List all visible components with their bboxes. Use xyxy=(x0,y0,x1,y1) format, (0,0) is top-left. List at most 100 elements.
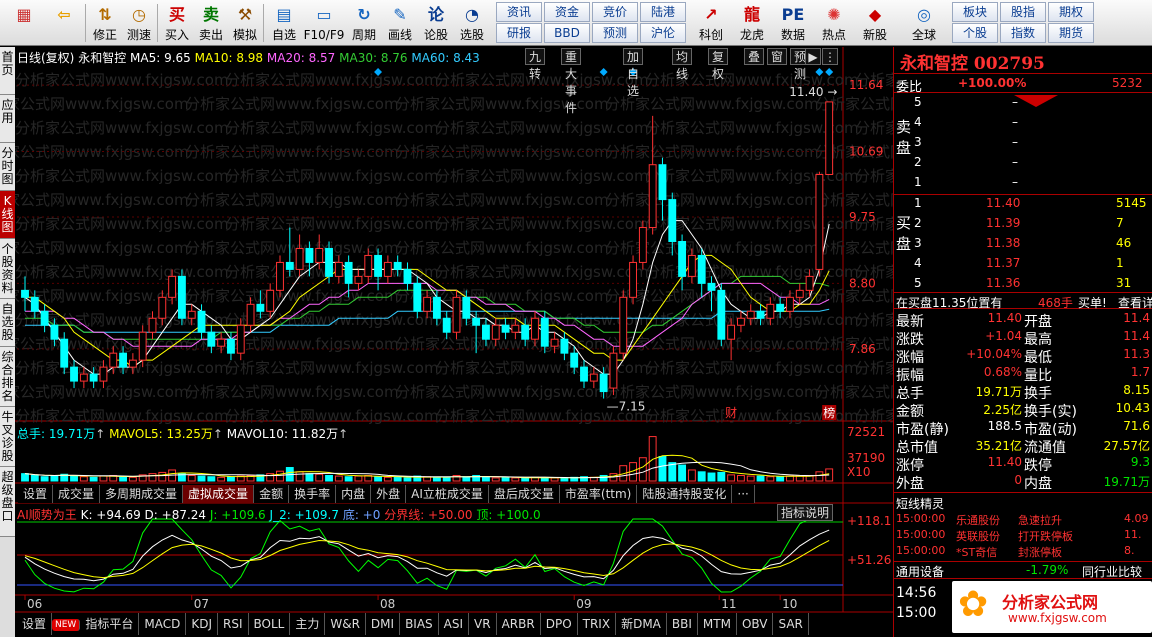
indicator-tab[interactable]: 虚拟成交量 xyxy=(183,485,255,503)
candle[interactable] xyxy=(452,290,461,340)
left-tab[interactable]: 牛叉诊股 xyxy=(0,407,15,467)
indicator-tab[interactable]: AI立桩成交量 xyxy=(406,485,489,503)
toolbar-pen-button[interactable]: ✎ 画线 xyxy=(382,1,418,45)
toolbar-hot-button[interactable]: ✺ 热点 xyxy=(815,1,853,45)
candle[interactable] xyxy=(815,171,824,277)
chart-button[interactable]: 叠 xyxy=(744,48,765,65)
bottom-tab[interactable]: DPO xyxy=(541,613,578,635)
indicator-tab[interactable]: 外盘 xyxy=(371,485,407,503)
indicator-tab[interactable]: ··· xyxy=(732,485,755,503)
small-button[interactable]: BBD xyxy=(544,23,590,43)
market-button[interactable]: 个股 xyxy=(952,23,998,43)
indicator-tab[interactable]: 成交量 xyxy=(53,485,101,503)
candle[interactable] xyxy=(638,220,647,270)
toolbar-menu-grid-button[interactable]: ▦ xyxy=(4,1,44,45)
small-button[interactable]: 陆港 xyxy=(640,2,686,22)
toolbar-back-arrow-button[interactable]: ⇦ xyxy=(44,1,84,45)
chart-button[interactable]: 加自选 xyxy=(623,48,644,98)
indicator-tab[interactable]: 盘后成交量 xyxy=(489,485,560,503)
indicator-tab[interactable]: 陆股通持股变化 xyxy=(637,485,733,503)
toolbar-clock-button[interactable]: ◷ 测速 xyxy=(122,1,156,45)
toolbar-dragon-button[interactable]: 龍龙虎 xyxy=(733,1,771,45)
market-button[interactable]: 期权 xyxy=(1048,2,1094,22)
bottom-tab[interactable]: BOLL xyxy=(249,613,291,635)
order-notice[interactable]: 在买盘11.35位置有 468手 买单! 查看详 xyxy=(894,292,1152,310)
candle[interactable] xyxy=(678,234,687,291)
left-tab[interactable]: 首页 xyxy=(0,47,15,95)
candle[interactable] xyxy=(619,290,628,361)
more-icon[interactable]: ⋮ xyxy=(822,48,838,65)
bottom-tab[interactable]: VR xyxy=(469,613,497,635)
small-button[interactable]: 资讯 xyxy=(496,2,542,22)
left-tab[interactable]: 自选股 xyxy=(0,299,15,347)
chart-button[interactable]: 九转 xyxy=(525,48,546,81)
market-button[interactable]: 股指 xyxy=(1000,2,1046,22)
chart-button[interactable]: 均线 xyxy=(672,48,693,81)
indicator-tab[interactable]: 设置 xyxy=(18,485,54,503)
candle[interactable] xyxy=(825,101,834,175)
market-button[interactable]: 期货 xyxy=(1048,23,1094,43)
toolbar-profit-button[interactable]: ↗ 科创 xyxy=(692,1,730,45)
toolbar-buy-tag-button[interactable]: 买买入 xyxy=(160,1,194,45)
indicator-tab[interactable]: 金额 xyxy=(254,485,290,503)
small-button[interactable]: 沪伦 xyxy=(640,23,686,43)
chevron-down-icon[interactable] xyxy=(1014,95,1058,107)
bottom-tab[interactable]: KDJ xyxy=(186,613,218,635)
chart-button[interactable]: 重大事件 xyxy=(561,48,582,115)
bottom-tab[interactable]: 主力 xyxy=(290,613,326,635)
bottom-tab[interactable]: ASI xyxy=(439,613,470,635)
billboard-marker[interactable]: 榜 xyxy=(822,405,837,420)
candle[interactable] xyxy=(21,276,29,312)
left-tab[interactable]: K线图 xyxy=(0,191,15,239)
left-tab[interactable]: 分时图 xyxy=(0,143,15,191)
bottom-tab[interactable]: 设置 xyxy=(17,613,53,635)
bottom-tab[interactable]: 新DMA xyxy=(616,613,667,635)
bottom-tab[interactable]: NEW xyxy=(52,618,81,631)
step-right-icon[interactable]: ▶ xyxy=(805,48,821,65)
candle[interactable] xyxy=(177,269,186,326)
candle[interactable] xyxy=(717,283,726,347)
toolbar-new-button[interactable]: ◆ 新股 xyxy=(856,1,894,45)
bottom-tab[interactable]: TRIX xyxy=(578,613,617,635)
chart-button[interactable]: 窗 xyxy=(767,48,788,65)
chart-button[interactable]: 复权 xyxy=(708,48,729,81)
toolbar-pe-button[interactable]: PE 数据 xyxy=(774,1,812,45)
bottom-tab[interactable]: DMI xyxy=(366,613,401,635)
bottom-tab[interactable]: MTM xyxy=(698,613,737,635)
bottom-tab[interactable]: RSI xyxy=(218,613,249,635)
candle[interactable] xyxy=(609,346,618,396)
market-button[interactable]: 指数 xyxy=(1000,23,1046,43)
indicator-tab[interactable]: 市盈率(ttm) xyxy=(560,485,638,503)
toolbar-revise-arrows-button[interactable]: ⇅ 修正 xyxy=(88,1,122,45)
toolbar-hammer-button[interactable]: ⚒ 模拟 xyxy=(228,1,262,45)
toolbar-sell-tag-button[interactable]: 卖卖出 xyxy=(194,1,228,45)
kline-chart-area[interactable]: 分析家公式网www.fxjgsw.com 分析家公式网www.fxjgsw.com… xyxy=(15,47,893,637)
left-tab[interactable]: 应用 xyxy=(0,95,15,143)
indicator-tab[interactable]: 换手率 xyxy=(289,485,337,503)
indicator-tab[interactable]: 内盘 xyxy=(336,485,372,503)
small-button[interactable]: 资金 xyxy=(544,2,590,22)
indicator-tab[interactable]: 多周期成交量 xyxy=(100,485,184,503)
small-button[interactable]: 竞价 xyxy=(592,2,638,22)
left-tab[interactable]: 综合排名 xyxy=(0,347,15,407)
candle[interactable] xyxy=(658,157,667,221)
bottom-tab[interactable]: BBI xyxy=(667,613,698,635)
bottom-tab[interactable]: ARBR xyxy=(497,613,541,635)
bottom-tab[interactable]: OBV xyxy=(737,613,774,635)
finance-marker[interactable]: 财 xyxy=(724,405,739,420)
bottom-tab[interactable]: SAR xyxy=(773,613,809,635)
toolbar-stock-pick-button[interactable]: ◔ 选股 xyxy=(454,1,490,45)
bottom-tab[interactable]: 指标平台 xyxy=(80,613,140,635)
industry-row[interactable]: 通用设备 -1.79% 同行业比较 xyxy=(894,561,1152,579)
market-button[interactable]: 板块 xyxy=(952,2,998,22)
toolbar-folder-button[interactable]: ▤ 自选 xyxy=(266,1,302,45)
left-tab[interactable]: 超级盘口 xyxy=(0,467,15,537)
indicator-help-button[interactable]: 指标说明 xyxy=(777,504,834,521)
toolbar-window-button[interactable]: ▭ F10/F9 xyxy=(302,1,346,45)
bottom-tab[interactable]: BIAS xyxy=(400,613,439,635)
bottom-tab[interactable]: MACD xyxy=(139,613,187,635)
bottom-tab[interactable]: W&R xyxy=(325,613,366,635)
candle[interactable] xyxy=(629,255,637,305)
kline-svg[interactable]: 分析家公式网www.fxjgsw.com分析家公式网www.fxjgsw.com… xyxy=(15,47,893,637)
small-button[interactable]: 研报 xyxy=(496,23,542,43)
